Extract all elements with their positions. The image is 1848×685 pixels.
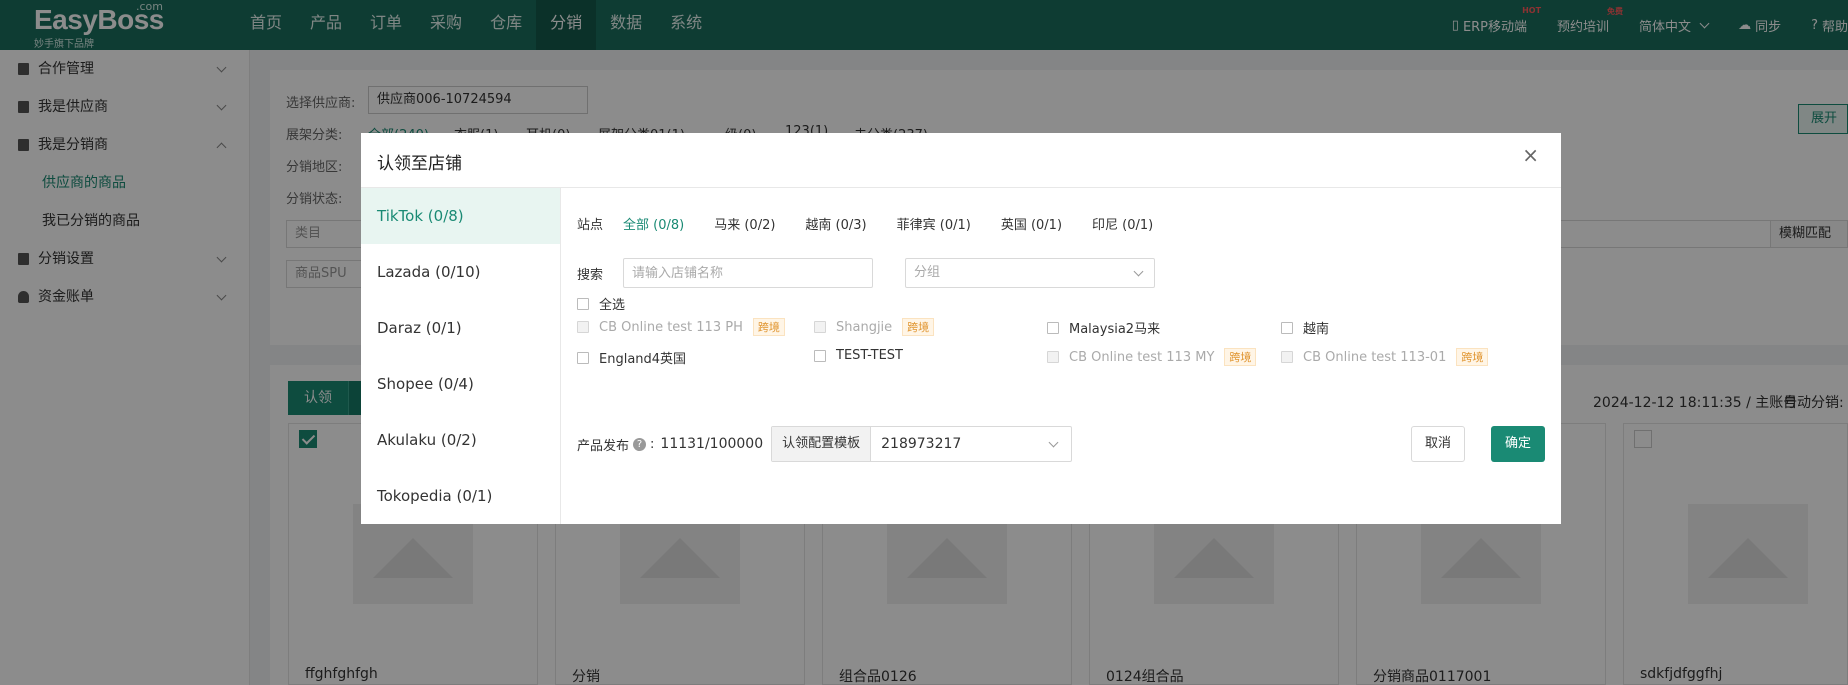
- platform-tab-akulaku[interactable]: Akulaku (0/2): [361, 412, 560, 468]
- site-label: 站点: [577, 218, 604, 233]
- select-all-label: 全选: [599, 298, 626, 313]
- shop-option: CB Online test 113 MY 跨境: [1047, 348, 1257, 366]
- site-tab-indonesia[interactable]: 印尼 (0/1): [1092, 214, 1153, 233]
- shop-option[interactable]: England4英国: [577, 348, 686, 367]
- search-row: 搜索 分组: [577, 258, 1156, 288]
- shop-name: England4英国: [599, 352, 687, 367]
- publish-count: 11131/100000: [660, 436, 764, 452]
- store-search-input[interactable]: [623, 258, 874, 288]
- shop-option[interactable]: 越南: [1281, 318, 1329, 337]
- checkbox: [1047, 351, 1059, 363]
- shop-option: CB Online test 113-01 跨境: [1281, 348, 1489, 366]
- platform-tab-shopee[interactable]: Shopee (0/4): [361, 356, 560, 412]
- cross-border-tag: 跨境: [1456, 348, 1489, 366]
- platform-list: TikTok (0/8) Lazada (0/10) Daraz (0/1) S…: [361, 188, 561, 524]
- checkbox[interactable]: [814, 349, 826, 362]
- cross-border-tag: 跨境: [752, 318, 785, 336]
- dialog-title: 认领至店铺: [377, 154, 462, 174]
- cross-border-tag: 跨境: [1224, 348, 1257, 366]
- publish-separator: :: [650, 436, 655, 452]
- shop-name: 越南: [1303, 322, 1330, 337]
- shop-option: Shangjie 跨境: [814, 318, 935, 336]
- platform-tab-lazada[interactable]: Lazada (0/10): [361, 244, 560, 300]
- shop-name: CB Online test 113 MY: [1069, 349, 1215, 365]
- question-icon[interactable]: ?: [633, 437, 647, 451]
- store-selection-panel: 站点 全部 (0/8) 马来 (0/2) 越南 (0/3) 菲律宾 (0/1) …: [561, 188, 1561, 524]
- shop-option[interactable]: Malaysia2马来: [1047, 318, 1160, 337]
- site-filter: 站点 全部 (0/8) 马来 (0/2) 越南 (0/3) 菲律宾 (0/1) …: [577, 214, 1183, 233]
- site-tab-all[interactable]: 全部 (0/8): [623, 214, 684, 233]
- shop-name: Malaysia2马来: [1069, 322, 1161, 337]
- close-icon[interactable]: ×: [1522, 143, 1539, 167]
- template-value-text: 218973217: [881, 436, 962, 452]
- search-label: 搜索: [577, 267, 604, 283]
- platform-tab-tiktok[interactable]: TikTok (0/8): [361, 188, 560, 244]
- select-all-checkbox[interactable]: 全选: [577, 294, 625, 313]
- group-select[interactable]: 分组: [905, 258, 1156, 288]
- cancel-button[interactable]: 取消: [1411, 426, 1465, 462]
- checkbox[interactable]: [1047, 321, 1059, 334]
- checkbox[interactable]: [577, 297, 589, 310]
- checkbox: [1281, 351, 1293, 363]
- shop-option: CB Online test 113 PH 跨境: [577, 318, 785, 336]
- checkbox: [577, 321, 589, 333]
- claim-to-store-dialog: 认领至店铺 × TikTok (0/8) Lazada (0/10) Daraz…: [361, 133, 1561, 524]
- group-placeholder: 分组: [914, 265, 941, 280]
- platform-tab-daraz[interactable]: Daraz (0/1): [361, 300, 560, 356]
- site-tab-vietnam[interactable]: 越南 (0/3): [805, 214, 866, 233]
- template-value[interactable]: 218973217: [871, 427, 1071, 461]
- checkbox[interactable]: [1281, 321, 1293, 334]
- template-select[interactable]: 认领配置模板 218973217: [771, 426, 1073, 462]
- site-tab-uk[interactable]: 英国 (0/1): [1001, 214, 1062, 233]
- publish-row: 产品发布 ? : 11131/100000 认领配置模板 218973217: [577, 426, 1073, 462]
- site-tab-philippines[interactable]: 菲律宾 (0/1): [897, 214, 971, 233]
- confirm-button[interactable]: 确定: [1491, 426, 1545, 462]
- checkbox[interactable]: [577, 351, 589, 364]
- shop-name: Shangjie: [836, 319, 893, 335]
- chevron-down-icon: [1133, 266, 1144, 277]
- shop-name: CB Online test 113-01: [1303, 349, 1447, 365]
- cross-border-tag: 跨境: [902, 318, 935, 336]
- publish-label: 产品发布: [577, 438, 630, 454]
- chevron-down-icon: [1048, 437, 1059, 448]
- shop-name: TEST-TEST: [836, 348, 903, 363]
- template-label: 认领配置模板: [772, 427, 872, 461]
- checkbox: [814, 321, 826, 333]
- shop-name: CB Online test 113 PH: [599, 319, 743, 335]
- site-tab-malaysia[interactable]: 马来 (0/2): [714, 214, 775, 233]
- platform-tab-tokopedia[interactable]: Tokopedia (0/1): [361, 468, 560, 524]
- shop-option[interactable]: TEST-TEST: [814, 348, 903, 363]
